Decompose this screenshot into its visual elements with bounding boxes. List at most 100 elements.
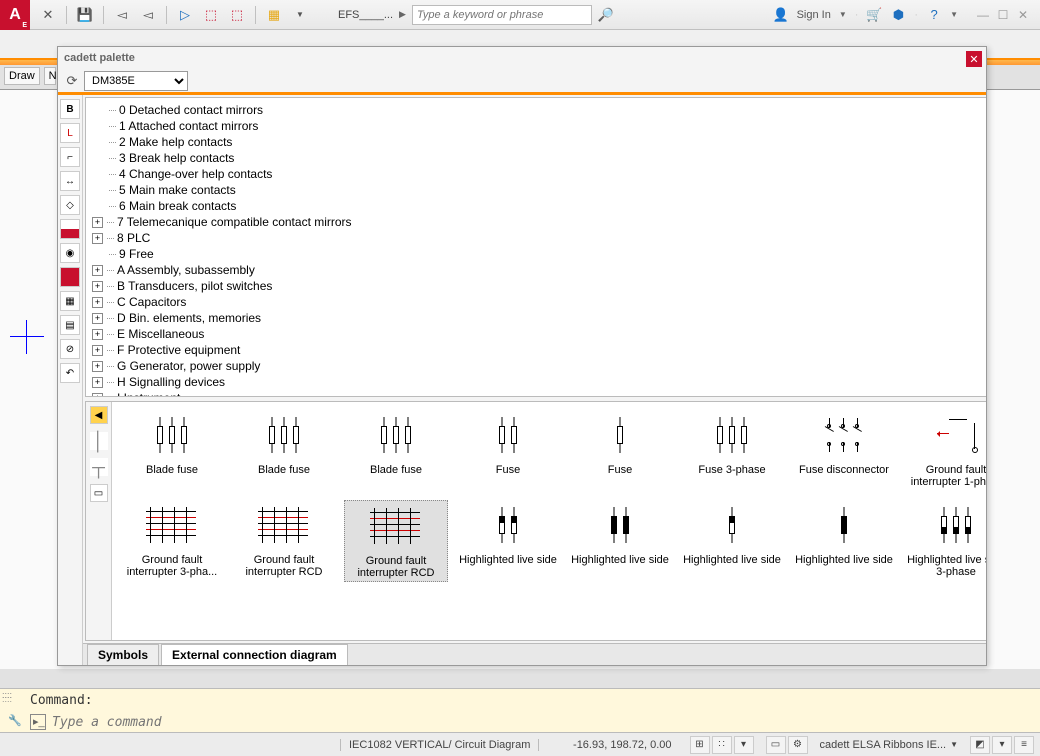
cmd-prompt-icon[interactable]: ▸_ — [30, 714, 46, 730]
ws-dropdown-icon[interactable]: ▼ — [950, 740, 958, 749]
symbol-cell[interactable]: Highlighted live side — [792, 500, 896, 582]
search-input[interactable] — [412, 5, 592, 25]
expand-icon[interactable]: + — [92, 265, 103, 276]
tree-item[interactable]: ····1 Attached contact mirrors — [92, 118, 986, 134]
tree-item[interactable]: +····G Generator, power supply — [92, 358, 986, 374]
tree-item[interactable]: +····F Protective equipment — [92, 342, 986, 358]
palette-close-button[interactable]: ✕ — [966, 51, 982, 67]
command-grip[interactable]: :::::::: — [2, 693, 12, 701]
tool-4[interactable]: ↔ — [60, 171, 80, 191]
qat-icon-3[interactable]: ▷ — [177, 7, 193, 23]
tree-item[interactable]: ····2 Make help contacts — [92, 134, 986, 150]
grid-tool-3[interactable]: ┬ — [90, 458, 108, 476]
symbol-cell[interactable]: Ground fault interrupter RCD — [344, 500, 448, 582]
grid-tool-collapse[interactable]: ◀ — [90, 406, 108, 424]
status-layout[interactable]: IEC1082 VERTICAL/ Circuit Diagram — [340, 739, 539, 751]
symbol-cell[interactable]: Fuse — [456, 410, 560, 490]
symbol-cell[interactable]: Fuse 3-phase — [680, 410, 784, 490]
symbol-cell[interactable]: Blade fuse — [120, 410, 224, 490]
tree-item[interactable]: ····3 Break help contacts — [92, 150, 986, 166]
tree-item[interactable]: +····8 PLC — [92, 230, 986, 246]
sb-icon-5[interactable]: ◩ — [970, 736, 990, 754]
tool-9[interactable]: ▦ — [60, 291, 80, 311]
app-icon-2[interactable]: ⬢ — [890, 7, 906, 23]
qat-icon-6[interactable]: ▦ — [266, 7, 282, 23]
tree-item[interactable]: ····4 Change-over help contacts — [92, 166, 986, 182]
chevron-right-icon[interactable]: ▶ — [399, 9, 406, 20]
symbol-cell[interactable]: Ground fault interrupter 1-pha... — [904, 410, 986, 490]
symbol-cell[interactable]: Highlighted live side — [568, 500, 672, 582]
draw-panel-tab[interactable]: Draw — [4, 67, 40, 85]
cart-icon[interactable]: 🛒 — [866, 7, 882, 23]
sb-grid-icon[interactable]: ⊞ — [690, 736, 710, 754]
tool-10[interactable]: ▤ — [60, 315, 80, 335]
wrench-icon[interactable]: 🔧 — [8, 714, 24, 730]
tab-external-connection[interactable]: External connection diagram — [161, 644, 348, 665]
expand-icon[interactable]: + — [92, 233, 103, 244]
minimize-button[interactable]: — — [974, 6, 992, 24]
tree-item[interactable]: ····0 Detached contact mirrors — [92, 102, 986, 118]
symbol-cell[interactable]: Blade fuse — [344, 410, 448, 490]
symbol-cell[interactable]: Fuse disconnector — [792, 410, 896, 490]
sb-icon-3[interactable]: ▾ — [734, 736, 754, 754]
tool-7[interactable]: ◉ — [60, 243, 80, 263]
app-icon[interactable]: A — [0, 0, 30, 30]
expand-icon[interactable]: + — [92, 281, 103, 292]
qat-icon-5[interactable]: ⬚ — [229, 7, 245, 23]
expand-icon[interactable]: + — [92, 329, 103, 340]
symbol-cell[interactable]: Highlighted live side — [456, 500, 560, 582]
refresh-icon[interactable]: ⟳ — [64, 73, 80, 89]
symbol-cell[interactable]: Blade fuse — [232, 410, 336, 490]
tool-layer[interactable]: L — [60, 123, 80, 143]
maximize-button[interactable]: ☐ — [994, 6, 1012, 24]
help-dropdown-icon[interactable]: ▼ — [950, 10, 958, 19]
close-icon[interactable]: ✕ — [40, 7, 56, 23]
symbol-cell[interactable]: Ground fault interrupter RCD — [232, 500, 336, 582]
expand-icon[interactable]: + — [92, 361, 103, 372]
tool-undo[interactable]: ↶ — [60, 363, 80, 383]
expand-icon[interactable]: + — [92, 313, 103, 324]
qat-icon-2[interactable]: ◅ — [140, 7, 156, 23]
symbol-cell[interactable]: Highlighted live side 3-phase — [904, 500, 986, 582]
grid-tool-4[interactable]: ▭ — [90, 484, 108, 502]
tree-item[interactable]: +····7 Telemecanique compatible contact … — [92, 214, 986, 230]
symbol-cell[interactable]: Fuse — [568, 410, 672, 490]
expand-icon[interactable]: + — [92, 377, 103, 388]
expand-icon[interactable]: + — [92, 345, 103, 356]
qat-dropdown-icon[interactable]: ▼ — [292, 7, 308, 23]
grid-tool-2[interactable]: │ — [90, 432, 108, 450]
tree-item[interactable]: +····A Assembly, subassembly — [92, 262, 986, 278]
binoculars-icon[interactable]: 🔎 — [598, 7, 614, 23]
tree-item[interactable]: +····B Transducers, pilot switches — [92, 278, 986, 294]
help-icon[interactable]: ? — [926, 7, 942, 23]
tree-item[interactable]: ····9 Free — [92, 246, 986, 262]
tab-symbols[interactable]: Symbols — [87, 644, 159, 665]
tree-item[interactable]: +····D Bin. elements, memories — [92, 310, 986, 326]
palette-library-select[interactable]: DM385E — [84, 71, 188, 91]
save-icon[interactable]: 💾 — [77, 7, 93, 23]
sb-menu-icon[interactable]: ≡ — [1014, 736, 1034, 754]
sb-icon-4[interactable]: ▭ — [766, 736, 786, 754]
tool-3[interactable]: ⌐ — [60, 147, 80, 167]
tool-5[interactable]: ◇ — [60, 195, 80, 215]
sb-icon-6[interactable]: ▾ — [992, 736, 1012, 754]
tree-item[interactable]: ····5 Main make contacts — [92, 182, 986, 198]
signin-link[interactable]: Sign In — [797, 9, 831, 21]
tree-item[interactable]: +····E Miscellaneous — [92, 326, 986, 342]
symbol-category-tree[interactable]: ····0 Detached contact mirrors····1 Atta… — [85, 97, 986, 397]
tool-6[interactable] — [60, 219, 80, 239]
tool-bold[interactable]: B — [60, 99, 80, 119]
expand-icon[interactable]: + — [92, 297, 103, 308]
tree-item[interactable]: +····I Instrument — [92, 390, 986, 397]
tool-hide[interactable]: ⊘ — [60, 339, 80, 359]
tree-item[interactable]: +····C Capacitors — [92, 294, 986, 310]
status-workspace[interactable]: cadett ELSA Ribbons IE... — [820, 739, 947, 751]
symbol-cell[interactable]: Ground fault interrupter 3-pha... — [120, 500, 224, 582]
sb-gear-icon[interactable]: ⚙ — [788, 736, 808, 754]
qat-icon-4[interactable]: ⬚ — [203, 7, 219, 23]
tree-item[interactable]: +····H Signalling devices — [92, 374, 986, 390]
expand-icon[interactable]: + — [92, 217, 103, 228]
panel-tab-2[interactable]: N — [44, 67, 56, 85]
close-button[interactable]: ✕ — [1014, 6, 1032, 24]
command-input[interactable] — [52, 715, 1032, 730]
